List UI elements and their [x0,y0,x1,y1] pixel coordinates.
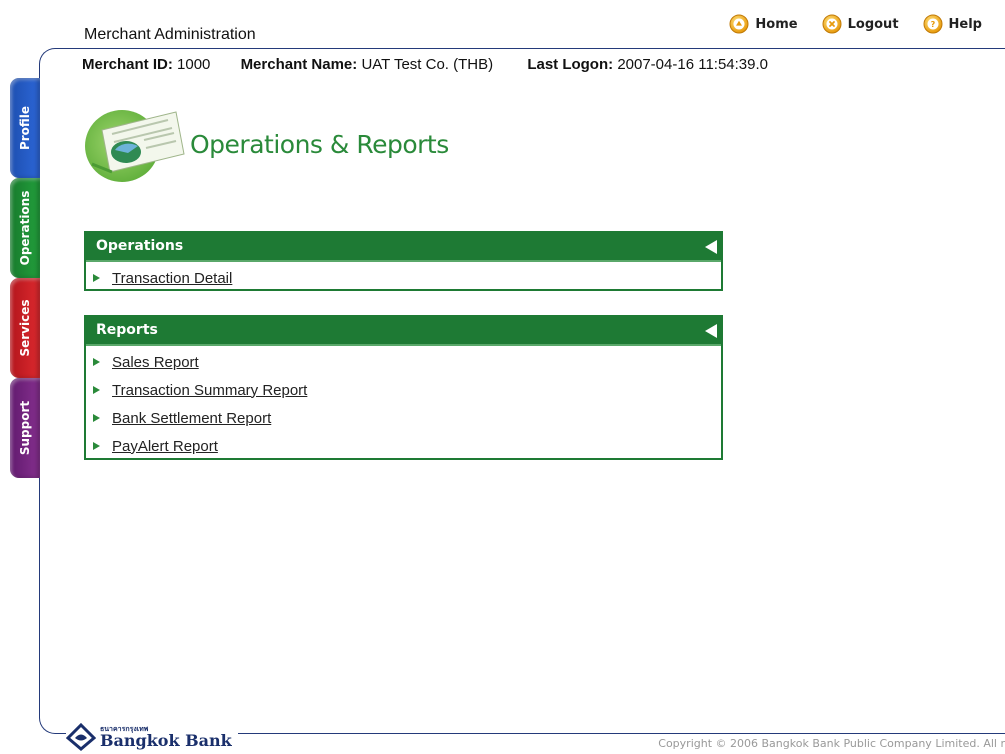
transaction-summary-report-link[interactable]: Transaction Summary Report [112,382,307,399]
bangkok-bank-logo: ธนาคารกรุงเทพ Bangkok Bank [66,723,238,751]
bullet-arrow-icon [93,442,100,450]
merchant-name-value: UAT Test Co. (THB) [361,56,494,73]
list-item: Sales Report [86,348,721,376]
bank-emblem-icon [66,723,96,751]
reports-header-label: Reports [96,322,158,338]
list-item: Bank Settlement Report [86,404,721,432]
bank-names: ธนาคารกรุงเทพ Bangkok Bank [100,725,232,750]
list-item: Transaction Detail [86,264,721,292]
collapse-arrow-icon[interactable] [705,240,717,254]
tab-services[interactable]: Services [10,278,40,378]
tab-operations[interactable]: Operations [10,178,40,278]
list-item: PayAlert Report [86,432,721,460]
svg-text:?: ? [930,20,935,29]
bank-name: Bangkok Bank [100,730,232,750]
logout-link[interactable]: Logout [822,14,899,34]
help-link[interactable]: ? Help [923,14,982,34]
home-link[interactable]: Home [729,14,798,34]
sales-report-link[interactable]: Sales Report [112,354,199,371]
collapse-arrow-icon[interactable] [705,324,717,338]
bullet-arrow-icon [93,386,100,394]
reports-document-icon [85,110,185,182]
tab-support-label: Support [18,400,32,456]
merchant-id-value: 1000 [177,56,211,73]
bullet-arrow-icon [93,274,100,282]
help-label: Help [948,16,982,32]
list-item: Transaction Summary Report [86,376,721,404]
tab-services-label: Services [18,299,32,357]
transaction-detail-link[interactable]: Transaction Detail [112,270,232,287]
reports-panel-header: Reports [86,317,721,346]
bullet-arrow-icon [93,358,100,366]
merchant-id-label: Merchant ID: [82,56,173,73]
reports-list: Sales Report Transaction Summary Report … [86,346,721,460]
merchant-name-label: Merchant Name: [240,56,358,73]
help-icon: ? [923,14,943,34]
logout-icon [822,14,842,34]
home-icon [729,14,749,34]
tab-profile-label: Profile [18,105,32,151]
top-nav: Home Logout ? Help [729,12,1005,36]
payalert-report-link[interactable]: PayAlert Report [112,438,218,455]
page: Merchant Administration Home Logout ? He… [0,0,1005,754]
last-logon-value: 2007-04-16 11:54:39.0 [617,56,768,73]
app-title: Merchant Administration [84,26,256,43]
operations-header-label: Operations [96,238,184,254]
operations-list: Transaction Detail [86,262,721,292]
merchant-info-bar: Merchant ID: 1000 Merchant Name: UAT Tes… [82,56,768,73]
bullet-arrow-icon [93,414,100,422]
last-logon-label: Last Logon: [527,56,614,73]
copyright-text: Copyright © 2006 Bangkok Bank Public Com… [658,737,1005,750]
tab-support[interactable]: Support [10,378,40,478]
side-tabs: Profile Operations Services Support [10,78,40,478]
tab-profile[interactable]: Profile [10,78,40,178]
page-title: Operations & Reports [190,130,449,159]
operations-panel: Operations Transaction Detail [84,231,723,291]
operations-panel-header: Operations [86,233,721,262]
bank-settlement-report-link[interactable]: Bank Settlement Report [112,410,271,427]
logout-label: Logout [847,16,899,32]
reports-panel: Reports Sales Report Transaction Summary… [84,315,723,460]
home-label: Home [755,16,798,32]
tab-operations-label: Operations [18,190,32,266]
